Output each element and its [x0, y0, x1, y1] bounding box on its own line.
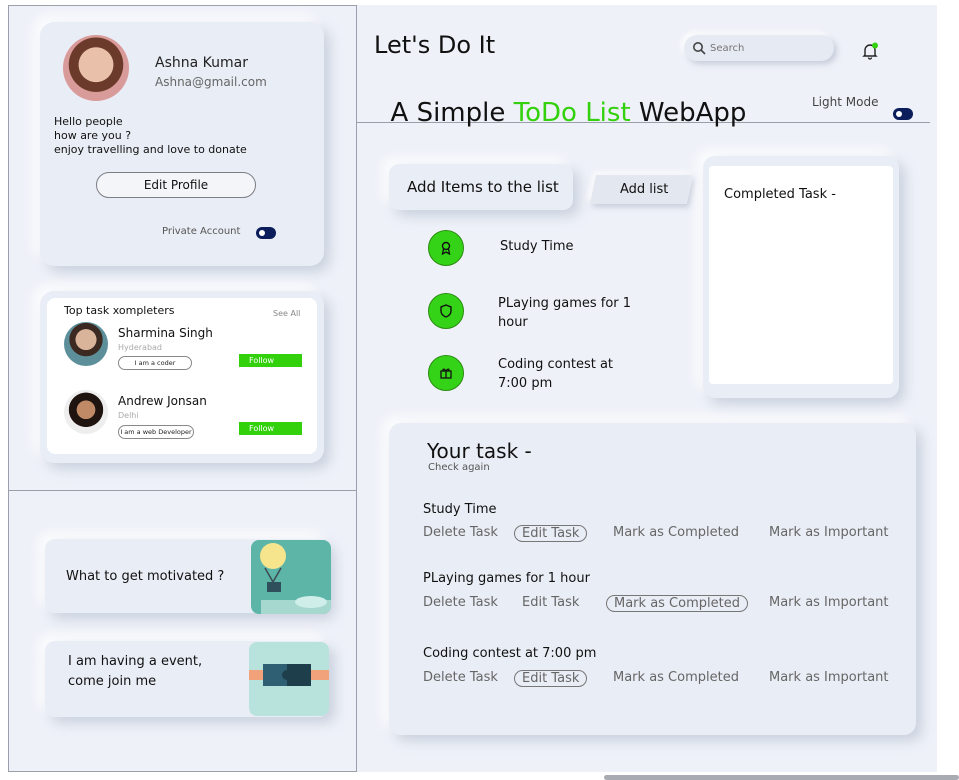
award-icon — [441, 241, 451, 255]
private-account-toggle[interactable] — [256, 227, 276, 239]
edit-profile-button[interactable]: Edit Profile — [96, 172, 256, 198]
subtitle-part: WebApp — [630, 98, 747, 128]
follow-button[interactable]: Follow — [239, 354, 302, 367]
mark-important-button[interactable]: Mark as Important — [769, 595, 889, 610]
delete-task-button[interactable]: Delete Task — [423, 595, 498, 610]
add-item-label: Coding contest at 7:00 pm — [498, 357, 614, 391]
completer-city: Delhi — [118, 411, 139, 420]
add-item-icon — [428, 355, 464, 391]
follow-button[interactable]: Follow — [239, 422, 302, 435]
gift-icon — [440, 368, 452, 379]
edit-task-button[interactable]: Edit Task — [514, 525, 588, 542]
avatar — [64, 322, 108, 366]
add-list-label: Add list — [620, 182, 669, 197]
search-icon — [692, 40, 706, 59]
add-item-label: PLaying games for 1 hour — [498, 296, 632, 330]
avatar — [63, 35, 129, 101]
task-name: Coding contest at 7:00 pm — [423, 646, 597, 661]
your-task-subtitle: Check again — [428, 462, 490, 473]
subtitle-accent: ToDo List — [513, 98, 631, 128]
delete-task-button[interactable]: Delete Task — [423, 525, 498, 540]
light-mode-label: Light Mode — [812, 95, 879, 109]
bell-icon[interactable] — [862, 42, 878, 64]
profile-email: Ashna@gmail.com — [155, 75, 267, 89]
completer-tag: I am a coder — [118, 356, 192, 370]
page-subtitle: A Simple ToDo List WebApp — [374, 68, 747, 128]
private-account-label: Private Account — [162, 226, 241, 237]
your-task-title: Your task - — [427, 439, 532, 463]
completer-name: Andrew Jonsan — [118, 394, 207, 408]
bio-line: enjoy travelling and love to donate — [54, 143, 247, 156]
add-item-icon — [428, 293, 464, 329]
edit-task-button[interactable]: Edit Task — [514, 670, 588, 687]
see-all-link[interactable]: See All — [273, 309, 300, 318]
light-mode-toggle[interactable] — [893, 108, 913, 120]
page-title: Let's Do It — [374, 31, 496, 59]
bio-line: how are you ? — [54, 129, 132, 142]
mark-completed-button[interactable]: Mark as Completed — [613, 670, 739, 685]
completer-tag: I am a web Developer — [118, 425, 194, 439]
completers-title: Top task xompleters — [64, 304, 175, 317]
add-item-icon — [428, 230, 464, 266]
mark-completed-button[interactable]: Mark as Completed — [606, 595, 748, 612]
balloon-illustration — [251, 540, 331, 614]
search-input[interactable] — [708, 39, 822, 57]
add-item-label: Study Time — [500, 239, 574, 254]
profile-bio: Hello people how are you ? enjoy travell… — [54, 115, 247, 157]
mark-completed-button[interactable]: Mark as Completed — [613, 525, 739, 540]
shield-icon — [440, 304, 452, 318]
edit-task-button[interactable]: Edit Task — [522, 595, 579, 610]
delete-task-button[interactable]: Delete Task — [423, 670, 498, 685]
avatar — [64, 390, 108, 434]
sidebar-divider — [8, 490, 357, 491]
task-name: PLaying games for 1 hour — [423, 571, 590, 586]
add-items-title: Add Items to the list — [407, 178, 559, 196]
horizontal-scrollbar[interactable] — [604, 775, 959, 780]
motivation-text: What to get motivated ? — [66, 569, 225, 584]
event-text: I am having a event, come join me — [68, 654, 203, 689]
completed-title: Completed Task - — [724, 187, 836, 202]
mark-important-button[interactable]: Mark as Important — [769, 525, 889, 540]
profile-name: Ashna Kumar — [155, 55, 248, 71]
task-name: Study Time — [423, 502, 497, 517]
completer-city: Hyderabad — [118, 343, 162, 352]
mark-important-button[interactable]: Mark as Important — [769, 670, 889, 685]
bio-line: Hello people — [54, 115, 123, 128]
search-box[interactable] — [684, 35, 834, 61]
puzzle-illustration — [249, 642, 329, 716]
completer-name: Sharmina Singh — [118, 326, 213, 340]
subtitle-part: A Simple — [390, 98, 514, 128]
